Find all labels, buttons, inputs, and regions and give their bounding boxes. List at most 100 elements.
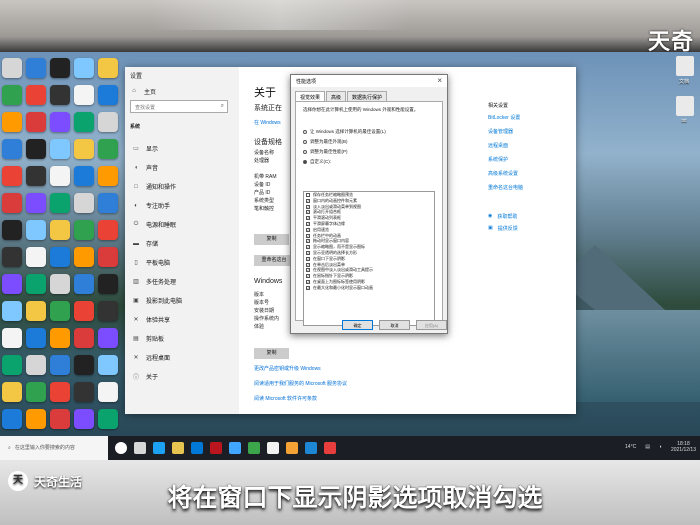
network-icon[interactable]: ▤ — [645, 444, 650, 450]
store-icon[interactable] — [191, 442, 203, 454]
desktop-shortcut-icon[interactable] — [26, 112, 46, 132]
desktop-shortcut-icon[interactable] — [98, 85, 118, 105]
sidebar-item-4[interactable]: ⏻ 电源和睡眠 — [125, 215, 239, 234]
desktop-shortcut-icon[interactable] — [26, 382, 46, 402]
related-setting-link[interactable]: BitLocker 设置 — [488, 114, 576, 128]
sidebar-item-12[interactable]: ⓘ 关于 — [125, 367, 239, 386]
desktop-shortcut-icon[interactable] — [98, 193, 118, 213]
desktop-shortcut-icon[interactable] — [2, 58, 22, 78]
copy-button[interactable]: 复制 — [254, 234, 289, 245]
desktop-file-icon[interactable] — [676, 56, 694, 76]
desktop-shortcut-icon[interactable] — [50, 355, 70, 375]
desktop-shortcut-icon[interactable] — [26, 85, 46, 105]
desktop-shortcut-icon[interactable] — [26, 274, 46, 294]
app-icon[interactable] — [305, 442, 317, 454]
desktop-shortcut-icon[interactable] — [74, 247, 94, 267]
desktop-shortcut-icon[interactable] — [2, 328, 22, 348]
desktop-shortcut-icon[interactable] — [74, 409, 94, 429]
app-icon[interactable] — [248, 442, 260, 454]
desktop-shortcut-icon[interactable] — [2, 382, 22, 402]
desktop-shortcut-icon[interactable] — [2, 220, 22, 240]
desktop-shortcut-icon[interactable] — [50, 220, 70, 240]
desktop-shortcut-icon[interactable] — [50, 382, 70, 402]
dialog-tab-1[interactable]: 高级 — [326, 91, 347, 101]
desktop-shortcut-icon[interactable] — [74, 274, 94, 294]
desktop-file-icon[interactable] — [676, 96, 694, 116]
appearance-radio-option[interactable]: 让 Windows 选择计算机的最佳设置(L) — [303, 129, 386, 135]
sidebar-item-5[interactable]: ▬ 存储 — [125, 234, 239, 253]
visual-effect-option[interactable]: ✓ 在最大化和最小化时显示窗口动画 — [304, 285, 434, 291]
desktop-shortcut-icon[interactable] — [26, 220, 46, 240]
settings-taskbar-icon[interactable] — [267, 442, 279, 454]
desktop-shortcut-icon[interactable] — [2, 193, 22, 213]
desktop-shortcut-icon[interactable] — [98, 166, 118, 186]
desktop-shortcut-icon[interactable] — [2, 139, 22, 159]
desktop-shortcut-icon[interactable] — [98, 328, 118, 348]
sidebar-item-1[interactable]: ◖ 声音 — [125, 158, 239, 177]
sidebar-item-9[interactable]: ✕ 体验共享 — [125, 310, 239, 329]
desktop-shortcut-icon[interactable] — [50, 247, 70, 267]
desktop-shortcut-icon[interactable] — [2, 409, 22, 429]
feedback-link[interactable]: ▣ 提供反馈 — [488, 222, 576, 234]
get-help-link[interactable]: ◉ 获取帮助 — [488, 210, 576, 222]
desktop-shortcut-icon[interactable] — [74, 112, 94, 132]
appearance-radio-option[interactable]: 自定义(C): — [303, 159, 331, 165]
desktop-shortcut-icon[interactable] — [74, 193, 94, 213]
desktop-shortcut-icon[interactable] — [50, 58, 70, 78]
app-icon[interactable] — [210, 442, 222, 454]
task-view-icon[interactable] — [134, 442, 146, 454]
desktop-shortcut-icon[interactable] — [98, 58, 118, 78]
taskbar-search-input[interactable]: ⌕ 在这里输入你要搜索的内容 — [0, 436, 108, 460]
desktop-shortcut-icon[interactable] — [74, 220, 94, 240]
ok-button[interactable]: 确定 — [342, 320, 373, 330]
desktop-shortcut-icon[interactable] — [2, 355, 22, 375]
desktop-shortcut-icon[interactable] — [98, 247, 118, 267]
sidebar-item-3[interactable]: ◐ 专注助手 — [125, 196, 239, 215]
desktop-shortcut-icon[interactable] — [98, 139, 118, 159]
file-explorer-icon[interactable] — [172, 442, 184, 454]
desktop-shortcut-icon[interactable] — [74, 58, 94, 78]
desktop-shortcut-icon[interactable] — [50, 409, 70, 429]
dialog-tab-2[interactable]: 数据执行保护 — [347, 91, 388, 101]
license-terms-link[interactable]: 阅读 Microsoft 软件许可条款 — [254, 395, 317, 403]
desktop-shortcut-icon[interactable] — [26, 193, 46, 213]
appearance-radio-option[interactable]: 调整为最佳外观(B) — [303, 139, 348, 145]
desktop-shortcut-icon[interactable] — [26, 328, 46, 348]
related-setting-link[interactable]: 系统保护 — [488, 156, 576, 170]
desktop-shortcut-icon[interactable] — [50, 274, 70, 294]
desktop-shortcut-icon[interactable] — [98, 409, 118, 429]
desktop-shortcut-icon[interactable] — [26, 166, 46, 186]
desktop-shortcut-icon[interactable] — [74, 382, 94, 402]
sidebar-item-6[interactable]: ▯ 平板电脑 — [125, 253, 239, 272]
settings-search-input[interactable]: 查找设置 ⌕ — [130, 100, 228, 113]
desktop-shortcut-icon[interactable] — [50, 139, 70, 159]
appearance-radio-option[interactable]: 调整为最佳性能(P) — [303, 149, 348, 155]
desktop-shortcut-icon[interactable] — [50, 301, 70, 321]
desktop-shortcut-icon[interactable] — [74, 85, 94, 105]
desktop-shortcut-icon[interactable] — [26, 139, 46, 159]
desktop-shortcut-icon[interactable] — [26, 58, 46, 78]
desktop-shortcut-icon[interactable] — [2, 274, 22, 294]
desktop-shortcut-icon[interactable] — [98, 355, 118, 375]
desktop-shortcut-icon[interactable] — [2, 85, 22, 105]
rename-pc-button[interactable]: 重命名这台 — [254, 255, 294, 266]
desktop-shortcut-icon[interactable] — [50, 166, 70, 186]
edge-icon[interactable] — [153, 442, 165, 454]
desktop-shortcut-icon[interactable] — [26, 301, 46, 321]
desktop-shortcut-icon[interactable] — [98, 220, 118, 240]
related-setting-link[interactable]: 远程桌面 — [488, 142, 576, 156]
related-setting-link[interactable]: 高级系统设置 — [488, 170, 576, 184]
cortana-icon[interactable] — [115, 442, 127, 454]
desktop-shortcut-icon[interactable] — [2, 112, 22, 132]
desktop-shortcut-icon[interactable] — [50, 112, 70, 132]
desktop-shortcut-icon[interactable] — [2, 166, 22, 186]
copy-windows-spec-button[interactable]: 复制 — [254, 348, 289, 359]
home-link[interactable]: ⌂ 主页 — [129, 86, 156, 96]
sidebar-item-0[interactable]: ▭ 显示 — [125, 139, 239, 158]
desktop-shortcut-icon[interactable] — [74, 301, 94, 321]
desktop-shortcut-icon[interactable] — [98, 382, 118, 402]
desktop-shortcut-icon[interactable] — [26, 247, 46, 267]
sidebar-item-10[interactable]: ▤ 剪贴板 — [125, 329, 239, 348]
cancel-button[interactable]: 取消 — [379, 320, 410, 330]
desktop-shortcut-icon[interactable] — [26, 409, 46, 429]
